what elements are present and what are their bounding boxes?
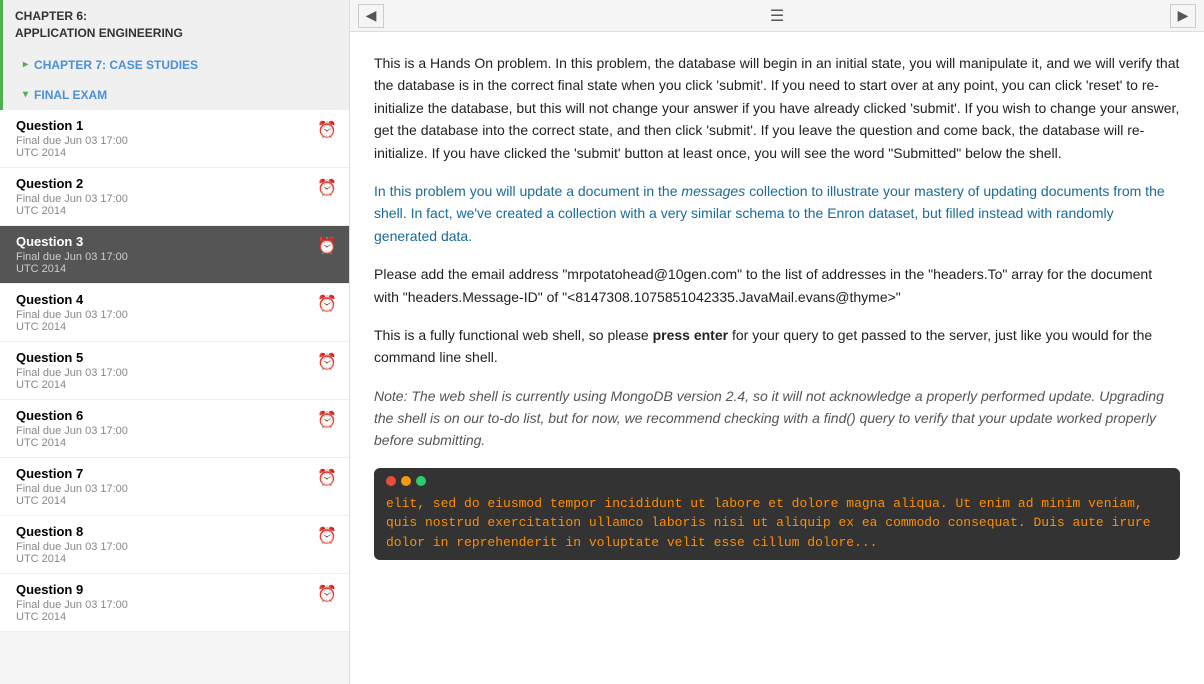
main-content: ◀ ☰ ▶ This is a Hands On problem. In thi… <box>350 0 1204 684</box>
clock-icon-9: ⏰ <box>317 584 337 604</box>
question-title-7: Question 7 <box>16 466 317 481</box>
question-list: Question 1 Final due Jun 03 17:00UTC 2014… <box>0 110 349 632</box>
clock-icon-6: ⏰ <box>317 410 337 430</box>
shell-dots <box>386 476 1168 486</box>
question-due-3: Final due Jun 03 17:00UTC 2014 <box>16 251 317 275</box>
question-title-8: Question 8 <box>16 524 317 539</box>
nav-center: ☰ <box>384 6 1170 26</box>
dot-red <box>386 476 396 486</box>
dot-yellow <box>401 476 411 486</box>
shell-container: elit, sed do eiusmod tempor incididunt u… <box>374 468 1180 561</box>
clock-icon-2: ⏰ <box>317 178 337 198</box>
question-due-1: Final due Jun 03 17:00UTC 2014 <box>16 135 317 159</box>
paragraph5: Note: The web shell is currently using M… <box>374 385 1180 452</box>
clock-icon-8: ⏰ <box>317 526 337 546</box>
question-title-6: Question 6 <box>16 408 317 423</box>
paragraph3: Please add the email address "mrpotatohe… <box>374 263 1180 308</box>
question-item-4[interactable]: Question 4 Final due Jun 03 17:00UTC 2014… <box>0 284 349 342</box>
clock-icon-7: ⏰ <box>317 468 337 488</box>
question-due-4: Final due Jun 03 17:00UTC 2014 <box>16 309 317 333</box>
question-title-1: Question 1 <box>16 118 317 133</box>
chapter6-line1: CHAPTER 6: <box>15 9 87 23</box>
chapter6-line2: APPLICATION ENGINEERING <box>15 26 183 40</box>
prev-button[interactable]: ◀ <box>358 4 384 28</box>
content-body: This is a Hands On problem. In this prob… <box>350 32 1204 684</box>
question-title-4: Question 4 <box>16 292 317 307</box>
final-exam-label: FINAL EXAM <box>34 88 107 102</box>
question-item-8[interactable]: Question 8 Final due Jun 03 17:00UTC 2014… <box>0 516 349 574</box>
question-item-2[interactable]: Question 2 Final due Jun 03 17:00UTC 2014… <box>0 168 349 226</box>
question-item-3[interactable]: Question 3 Final due Jun 03 17:00UTC 2014… <box>0 226 349 284</box>
italic-messages: messages <box>681 183 745 199</box>
question-item-6[interactable]: Question 6 Final due Jun 03 17:00UTC 2014… <box>0 400 349 458</box>
nav-bar: ◀ ☰ ▶ <box>350 0 1204 32</box>
question-due-8: Final due Jun 03 17:00UTC 2014 <box>16 541 317 565</box>
final-exam-header[interactable]: FINAL EXAM <box>0 80 349 110</box>
question-item-5[interactable]: Question 5 Final due Jun 03 17:00UTC 2014… <box>0 342 349 400</box>
clock-icon-3: ⏰ <box>317 236 337 256</box>
question-item-7[interactable]: Question 7 Final due Jun 03 17:00UTC 2014… <box>0 458 349 516</box>
question-due-5: Final due Jun 03 17:00UTC 2014 <box>16 367 317 391</box>
clock-icon-4: ⏰ <box>317 294 337 314</box>
question-title-3: Question 3 <box>16 234 317 249</box>
chapter7-header[interactable]: CHAPTER 7: CASE STUDIES <box>0 50 349 80</box>
question-title-5: Question 5 <box>16 350 317 365</box>
dot-green <box>416 476 426 486</box>
sidebar: CHAPTER 6: APPLICATION ENGINEERING CHAPT… <box>0 0 350 684</box>
next-button[interactable]: ▶ <box>1170 4 1196 28</box>
paragraph2: In this problem you will update a docume… <box>374 180 1180 247</box>
question-title-9: Question 9 <box>16 582 317 597</box>
press-enter-bold: press enter <box>653 327 728 343</box>
question-item-1[interactable]: Question 1 Final due Jun 03 17:00UTC 2014… <box>0 110 349 168</box>
clock-icon-5: ⏰ <box>317 352 337 372</box>
question-item-9[interactable]: Question 9 Final due Jun 03 17:00UTC 2014… <box>0 574 349 632</box>
question-title-2: Question 2 <box>16 176 317 191</box>
question-due-9: Final due Jun 03 17:00UTC 2014 <box>16 599 317 623</box>
toc-icon[interactable]: ☰ <box>770 6 784 26</box>
shell-text[interactable]: elit, sed do eiusmod tempor incididunt u… <box>386 494 1168 553</box>
question-due-6: Final due Jun 03 17:00UTC 2014 <box>16 425 317 449</box>
question-due-2: Final due Jun 03 17:00UTC 2014 <box>16 193 317 217</box>
chapter7-label: CHAPTER 7: CASE STUDIES <box>34 58 198 72</box>
clock-icon-1: ⏰ <box>317 120 337 140</box>
paragraph1: This is a Hands On problem. In this prob… <box>374 52 1180 164</box>
question-due-7: Final due Jun 03 17:00UTC 2014 <box>16 483 317 507</box>
chapter6-header: CHAPTER 6: APPLICATION ENGINEERING <box>0 0 349 50</box>
paragraph4: This is a fully functional web shell, so… <box>374 324 1180 369</box>
